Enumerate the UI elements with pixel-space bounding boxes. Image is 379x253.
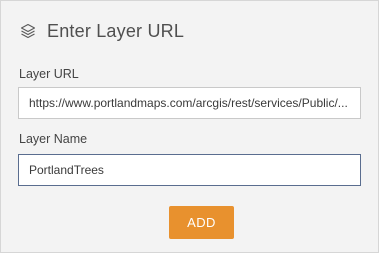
enter-layer-url-panel: Enter Layer URL Layer URL Layer Name ADD — [0, 0, 379, 253]
layer-name-input[interactable] — [18, 154, 361, 186]
layers-icon — [18, 21, 38, 41]
layer-name-label: Layer Name — [19, 132, 88, 146]
layer-url-label: Layer URL — [19, 67, 79, 81]
add-button[interactable]: ADD — [169, 206, 234, 239]
layer-url-input[interactable] — [18, 87, 361, 119]
panel-title: Enter Layer URL — [47, 20, 185, 41]
panel-header: Enter Layer URL — [18, 19, 184, 43]
